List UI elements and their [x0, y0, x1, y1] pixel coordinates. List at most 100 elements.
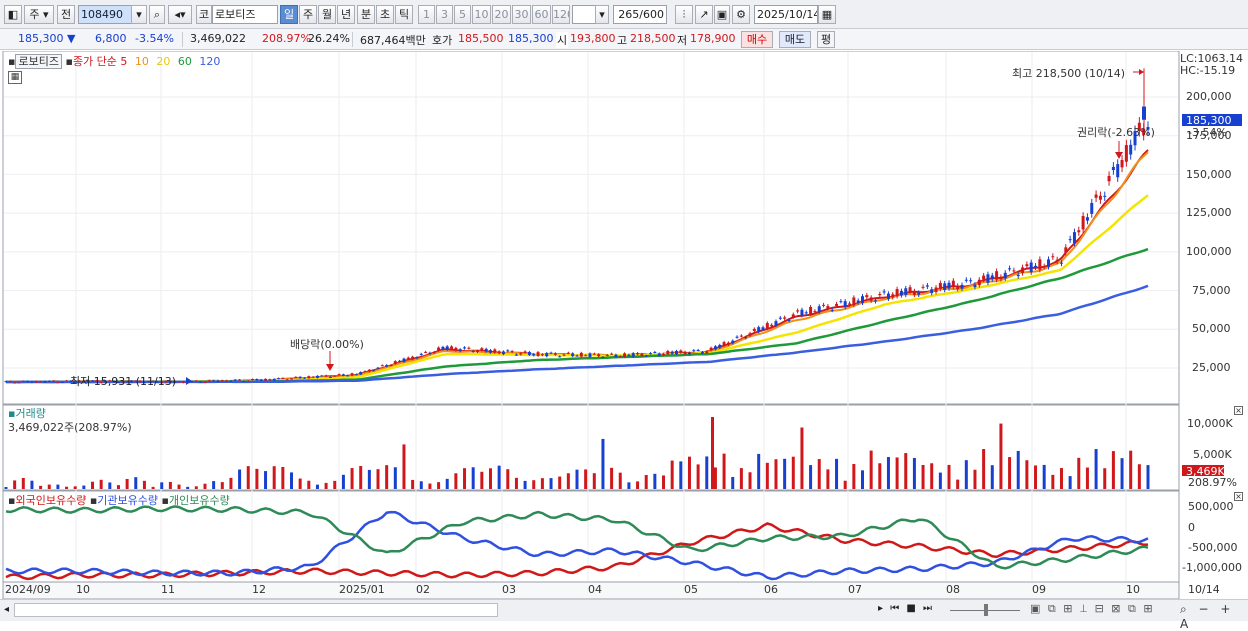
candle-body [523, 351, 527, 353]
volume-bar [739, 468, 743, 489]
volume-bar [575, 469, 579, 489]
candle-body [588, 353, 592, 357]
candle-body [869, 297, 873, 301]
hc-label: HC:-15.19 [1180, 64, 1236, 77]
volume-bar [601, 438, 605, 489]
interval-60[interactable]: 60 [532, 5, 551, 24]
gear-icon[interactable]: ⚙ [732, 5, 750, 24]
candle-body [770, 324, 774, 327]
hold-y-minus1000000: -1,000,000 [1182, 561, 1242, 574]
candle-body [977, 279, 981, 286]
holdings-legend: ▪외국인보유수량 ▪기관보유수량 ▪개인보유수량 [8, 494, 230, 507]
volume-bar [255, 468, 259, 489]
volume-bar [783, 458, 787, 489]
tab-day[interactable]: 일 [280, 5, 298, 24]
candle-body [618, 356, 622, 358]
candle-body [653, 352, 657, 354]
candle-body [584, 355, 588, 357]
sell-button[interactable]: 매도 [779, 31, 811, 48]
candle-body [783, 317, 787, 319]
tab-week[interactable]: 주 [299, 5, 317, 24]
date-field[interactable]: 2025/10/14 [754, 5, 818, 24]
interval-5[interactable]: 5 [454, 5, 471, 24]
volume-bar [177, 484, 181, 489]
volume-bar [912, 457, 916, 489]
search-icon[interactable]: ⌕ [149, 5, 165, 24]
interval-10[interactable]: 10 [472, 5, 491, 24]
close-icon[interactable]: × [1234, 492, 1243, 501]
scroll-left-icon[interactable]: ◂ [4, 604, 9, 615]
tab-minute[interactable]: 분 [357, 5, 375, 24]
candle-body [852, 297, 856, 306]
high-price: 218,500 [630, 32, 676, 45]
stock-name-field[interactable]: 로보티즈 [212, 5, 278, 24]
x-label: 03 [502, 583, 516, 596]
volume-bar [835, 458, 839, 489]
candle-body [26, 380, 30, 382]
volume-subtitle: 3,469,022주(208.97%) [8, 421, 132, 434]
candle-body [713, 346, 717, 350]
buy-button[interactable]: 매수 [741, 31, 773, 48]
interval-20[interactable]: 20 [492, 5, 511, 24]
hold-y-0: 0 [1188, 521, 1195, 534]
candle-body [203, 381, 207, 383]
tab-month[interactable]: 월 [318, 5, 336, 24]
candle-body [1094, 194, 1098, 198]
candle-body [65, 380, 69, 382]
market-button[interactable]: 코 [196, 5, 212, 24]
save-icon[interactable]: ▣ [714, 5, 730, 24]
volume-bar [610, 467, 614, 489]
panel-icon[interactable]: ◧ [4, 5, 22, 24]
count-field[interactable]: 265/600 [613, 5, 667, 24]
tab-tick[interactable]: 틱 [395, 5, 413, 24]
tab-second[interactable]: 초 [376, 5, 394, 24]
candle-body [895, 289, 899, 297]
volume-bar [653, 473, 657, 489]
average-button[interactable]: 평 [817, 31, 835, 48]
turnover-rate: 26.24% [308, 32, 350, 45]
playback-controls[interactable]: ▸ ⏮ ■ ⏭ [878, 603, 934, 614]
zoom-icons[interactable]: ⌕ − + A [1180, 602, 1248, 631]
volume-bar [82, 485, 86, 489]
volume-bar [696, 464, 700, 489]
chart-area[interactable]: ▪ 로보티즈 ▪종가 단순 5 10 20 60 120 ▦ LC:1063.14… [0, 51, 1248, 599]
candle-body [687, 352, 691, 355]
y-label-75000: 75,000 [1192, 284, 1231, 297]
x-end-label: 10/14 [1188, 583, 1220, 596]
interval-30[interactable]: 30 [512, 5, 531, 24]
last-candle-body [1142, 106, 1146, 120]
scrollbar-thumb[interactable] [14, 603, 498, 617]
volume-bar [39, 485, 43, 489]
prev-button[interactable]: 전 [57, 5, 75, 24]
volume-bar [315, 484, 319, 489]
candle-body [1077, 230, 1081, 233]
chevron-down-icon[interactable]: ▾ [131, 5, 147, 24]
draw-tool-icon[interactable]: ↗ [695, 5, 713, 24]
interval-120[interactable]: 120 [552, 5, 570, 24]
tab-year[interactable]: 년 [337, 5, 355, 24]
interval-dropdown-icon[interactable]: ▾ [595, 5, 609, 24]
mode-select[interactable]: 주 ▾ [24, 5, 54, 24]
interval-1[interactable]: 1 [418, 5, 435, 24]
candle-body [817, 306, 821, 313]
legend-name[interactable]: 로보티즈 [15, 54, 62, 69]
sound-icon[interactable]: ◂▾ [168, 5, 192, 24]
candle-body [17, 382, 21, 384]
candle-body [432, 352, 436, 354]
chart-type-icon[interactable]: ⫶ [675, 5, 693, 24]
close-icon[interactable]: × [1234, 406, 1243, 415]
calendar-icon[interactable]: ▦ [818, 5, 836, 24]
candle-body [398, 360, 402, 362]
candle-body [484, 348, 488, 352]
candle-body [277, 378, 281, 380]
interval-3[interactable]: 3 [436, 5, 453, 24]
chart-tool-icons[interactable]: ▣ ⧉ ⊞ ⟂ ⊟ ⊠ ⧉ ⊞ [1030, 602, 1155, 616]
grid-toggle-icon[interactable]: ▦ [8, 71, 22, 84]
volume-bar [1059, 468, 1063, 489]
zoom-slider-handle[interactable] [984, 604, 988, 616]
volume-bar [990, 465, 994, 489]
volume: 3,469,022 [190, 32, 246, 45]
divider [182, 32, 183, 47]
volume-bar [895, 457, 899, 489]
candle-body [532, 353, 536, 356]
